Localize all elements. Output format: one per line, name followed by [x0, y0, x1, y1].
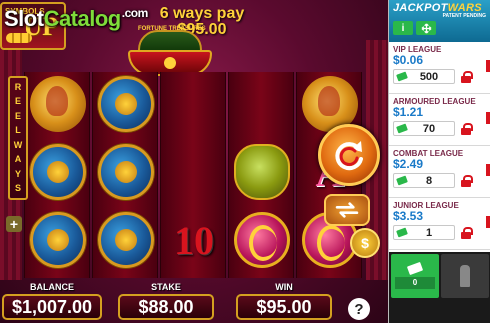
reel-grid: 10A — [22, 72, 362, 278]
league-row[interactable]: VIP LEAGUE $0.06 500 — [389, 42, 490, 94]
reel-ways-letter: W — [13, 139, 23, 150]
autoplay-icon — [335, 202, 359, 218]
symbol-coin — [98, 144, 154, 200]
league-amount: $0.06 — [393, 53, 424, 67]
avatar[interactable] — [441, 254, 489, 298]
pot-lid — [138, 30, 202, 52]
coin-value-button[interactable]: $ — [350, 228, 380, 258]
ticket-icon — [406, 261, 424, 275]
balance-value: $1,007.00 — [2, 294, 102, 320]
reel-4 — [228, 72, 294, 278]
help-button[interactable]: ? — [348, 298, 370, 320]
top-bar: SYMBOLS UP SlotCatalog.com 6 ways pay $9… — [0, 0, 388, 76]
ticket-count: 500 — [419, 70, 439, 83]
symbol-dragon — [30, 76, 86, 132]
treasure-pot-icon: FORTUNE TREASURES — [128, 26, 212, 76]
symbol-coin — [30, 212, 86, 268]
reel-1 — [24, 72, 90, 278]
jackpot-header: JACKPOTWARS PATENT PENDING i — [389, 0, 490, 42]
symbol-coin — [98, 212, 154, 268]
lock-icon — [461, 226, 473, 239]
watermark-com: .com — [121, 6, 149, 20]
jackpot-wars-panel: JACKPOTWARS PATENT PENDING i VIP LEAGUE $… — [388, 0, 490, 323]
symbol-toad — [234, 144, 290, 200]
ticket-count: 8 — [425, 174, 433, 187]
league-expand-tab[interactable] — [486, 112, 490, 124]
reel-ways-letter: A — [14, 154, 22, 165]
balance-label: BALANCE — [30, 282, 74, 292]
reel-ways-letter: S — [14, 183, 21, 194]
league-amount: $3.53 — [393, 209, 424, 223]
reel-3: 10 — [160, 72, 226, 278]
reel-ways-letter: E — [14, 96, 21, 107]
stake-meter[interactable]: STAKE $88.00 — [118, 282, 214, 323]
symbol-coin — [30, 144, 86, 200]
ticket-count-box[interactable]: 500 — [393, 69, 455, 84]
lock-icon — [461, 122, 473, 135]
reel-ways-letter: R — [14, 81, 22, 92]
pot-label: FORTUNE TREASURES — [138, 26, 206, 32]
move-arrows-icon — [420, 22, 432, 34]
slotcatalog-watermark: SlotCatalog.com — [4, 6, 148, 32]
ticket-count: 70 — [422, 122, 436, 135]
reel-ways-letter: Y — [14, 168, 21, 179]
league-list: VIP LEAGUE $0.06 500 ARMOURED LEAGUE $1.21 70… — [389, 42, 490, 250]
symbol-phoenix — [234, 212, 290, 268]
league-expand-tab[interactable] — [486, 216, 490, 228]
league-row[interactable]: JUNIOR LEAGUE $3.53 1 — [389, 198, 490, 250]
win-meter: WIN $95.00 — [236, 282, 332, 323]
watermark-slot: Slot — [4, 6, 44, 31]
league-row[interactable]: COMBAT LEAGUE $2.49 8 — [389, 146, 490, 198]
symbol-ten: 10 — [174, 217, 214, 263]
league-row[interactable]: ARMOURED LEAGUE $1.21 70 — [389, 94, 490, 146]
ticket-count-box[interactable]: 70 — [393, 121, 455, 136]
league-amount: $1.21 — [393, 105, 424, 119]
stake-label: STAKE — [151, 282, 181, 292]
reel-2 — [92, 72, 158, 278]
lock-icon — [461, 174, 473, 187]
league-amount: $2.49 — [393, 157, 424, 171]
jackpot-title-part1: JACKPOT — [393, 2, 448, 14]
league-expand-tab[interactable] — [486, 60, 490, 72]
lock-icon — [461, 70, 473, 83]
ways-pay-line: 6 ways pay — [159, 5, 245, 22]
league-expand-tab[interactable] — [486, 164, 490, 176]
autoplay-button[interactable] — [324, 194, 370, 226]
balance-meter: BALANCE $1,007.00 — [2, 282, 102, 323]
soldier-icon — [460, 265, 470, 287]
stake-value[interactable]: $88.00 — [118, 294, 214, 320]
spin-button[interactable] — [318, 124, 380, 186]
spin-arrows-icon — [335, 141, 363, 171]
league-ticket-row: 70 — [393, 121, 486, 136]
win-value: $95.00 — [236, 294, 332, 320]
ticket-count: 1 — [425, 226, 433, 239]
info-button[interactable]: i — [393, 21, 413, 35]
ticket-count-box[interactable]: 1 — [393, 225, 455, 240]
reel-ways-panel: REELWAYS — [8, 76, 28, 200]
expand-plus-button[interactable]: + — [6, 216, 22, 232]
ticket-count-box[interactable]: 8 — [393, 173, 455, 188]
league-ticket-row: 8 — [393, 173, 486, 188]
footer-ticket-button[interactable]: 0 — [391, 254, 439, 298]
symbol-coin — [98, 76, 154, 132]
bottom-bar: BALANCE $1,007.00 STAKE $88.00 WIN $95.0… — [0, 282, 388, 323]
game-area: SYMBOLS UP SlotCatalog.com 6 ways pay $9… — [0, 0, 388, 323]
win-label: WIN — [275, 282, 293, 292]
league-ticket-row: 500 — [393, 69, 486, 84]
reel-ways-letter: L — [15, 125, 21, 136]
jackpot-tools: i — [393, 21, 486, 35]
jackpot-footer: 0 — [389, 252, 490, 323]
logo-coins-icon — [6, 33, 32, 43]
reel-ways-letter: E — [14, 110, 21, 121]
move-panel-button[interactable] — [416, 21, 436, 35]
league-ticket-row: 1 — [393, 225, 486, 240]
footer-ticket-count: 0 — [395, 276, 435, 289]
watermark-catalog: Catalog — [43, 6, 122, 31]
